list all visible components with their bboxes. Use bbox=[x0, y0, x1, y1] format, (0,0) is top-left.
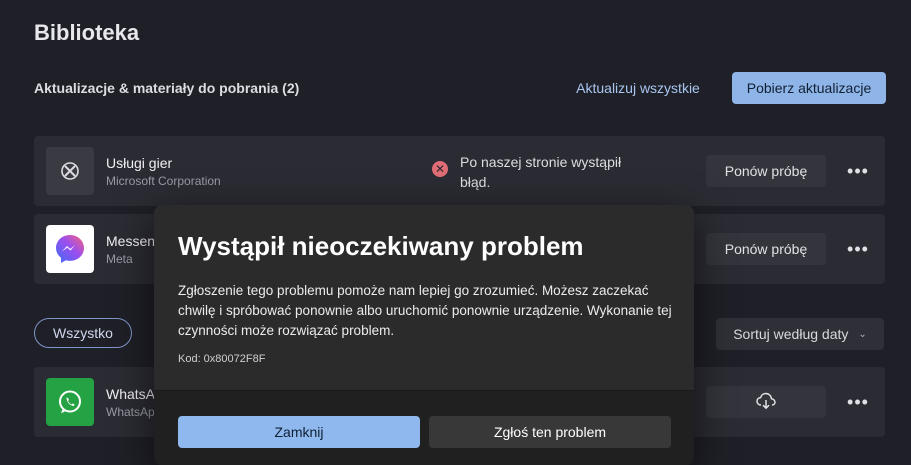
cloud-download-icon bbox=[756, 392, 776, 413]
error-code: Kod: 0x80072F8F bbox=[178, 353, 266, 365]
sort-dropdown[interactable]: Sortuj według daty ⌄ bbox=[716, 318, 884, 350]
app-name: Messen bbox=[106, 233, 156, 249]
update-all-button[interactable]: Aktualizuj wszystkie bbox=[560, 72, 716, 104]
dialog-title: Wystąpił nieoczekiwany problem bbox=[178, 231, 584, 261]
retry-button[interactable]: Ponów próbę bbox=[706, 155, 826, 187]
filter-all-pill[interactable]: Wszystko bbox=[34, 318, 132, 348]
app-publisher: WhatsAp bbox=[106, 405, 155, 419]
xbox-icon bbox=[46, 147, 94, 195]
update-row-game-services: Usługi gier Microsoft Corporation ✕ Po n… bbox=[34, 136, 885, 206]
error-icon: ✕ bbox=[432, 161, 448, 177]
dialog-body: Zgłoszenie tego problemu pomoże nam lepi… bbox=[178, 283, 672, 338]
get-updates-button[interactable]: Pobierz aktualizacje bbox=[732, 72, 886, 104]
error-status-line-2: błąd. bbox=[460, 174, 491, 190]
more-options-icon[interactable]: ••• bbox=[844, 157, 872, 185]
close-button[interactable]: Zamknij bbox=[178, 416, 420, 448]
sort-label: Sortuj według daty bbox=[733, 326, 849, 342]
chevron-down-icon: ⌄ bbox=[858, 328, 867, 340]
app-publisher: Microsoft Corporation bbox=[106, 174, 221, 188]
cloud-download-button[interactable] bbox=[706, 386, 826, 418]
dialog-footer: Zamknij Zgłoś ten problem bbox=[154, 390, 694, 465]
error-status: ✕ Po naszej stronie wystąpił błąd. bbox=[432, 152, 621, 192]
messenger-icon bbox=[46, 225, 94, 273]
whatsapp-icon bbox=[46, 378, 94, 426]
report-problem-button[interactable]: Zgłoś ten problem bbox=[429, 416, 671, 448]
retry-button[interactable]: Ponów próbę bbox=[706, 233, 826, 265]
more-options-icon[interactable]: ••• bbox=[844, 388, 872, 416]
app-publisher: Meta bbox=[106, 252, 133, 266]
updates-section-title: Aktualizacje & materiały do pobrania (2) bbox=[34, 80, 300, 96]
app-name: Usługi gier bbox=[106, 155, 173, 171]
app-name: WhatsA bbox=[106, 386, 156, 402]
page-title: Biblioteka bbox=[34, 20, 140, 45]
error-dialog: Wystąpił nieoczekiwany problem Zgłoszeni… bbox=[154, 205, 694, 465]
error-status-line-1: Po naszej stronie wystąpił bbox=[460, 154, 622, 170]
more-options-icon[interactable]: ••• bbox=[844, 235, 872, 263]
